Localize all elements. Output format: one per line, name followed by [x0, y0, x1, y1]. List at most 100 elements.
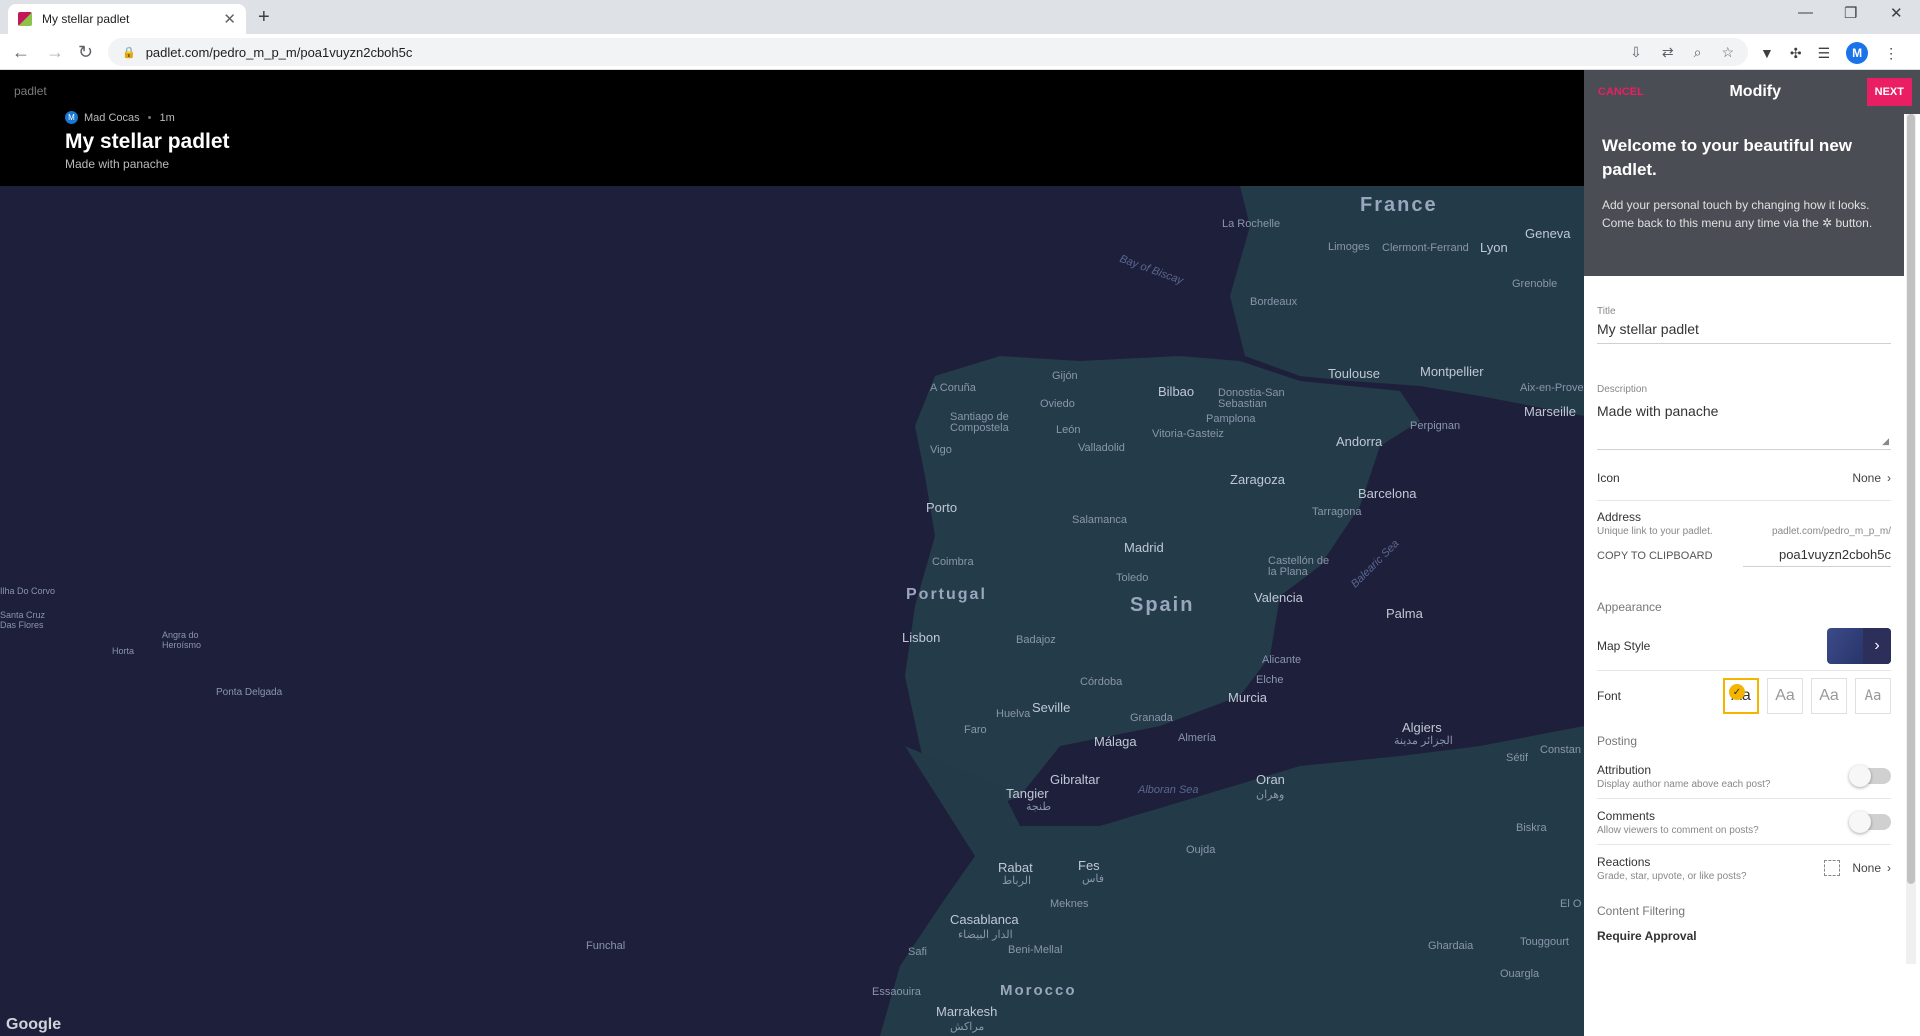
- install-icon[interactable]: ⇩: [1630, 44, 1642, 61]
- map-label-marseille: Marseille: [1524, 404, 1577, 419]
- divider: [1597, 670, 1891, 671]
- map-label-andorra: Andorra: [1336, 434, 1383, 449]
- font-option-1[interactable]: ✓Aa: [1723, 678, 1759, 714]
- new-tab-icon[interactable]: +: [258, 6, 270, 29]
- google-attribution-logo: Google: [6, 1016, 62, 1033]
- panel-top-bar: CANCEL Modify NEXT: [1584, 70, 1920, 114]
- map-label-corvo: Ilha Do Corvo: [0, 586, 56, 596]
- reading-list-icon[interactable]: ☰: [1818, 45, 1831, 62]
- map-label-fes-ar: فاس: [1082, 873, 1105, 885]
- font-option-3[interactable]: Aa: [1811, 678, 1847, 714]
- url-text: padlet.com/pedro_m_p_m/poa1vuyzn2cboh5c: [145, 44, 413, 60]
- restore-icon[interactable]: ❐: [1844, 4, 1857, 22]
- attribution-sublabel: Display author name above each post?: [1597, 778, 1771, 790]
- require-approval-row[interactable]: Require Approval: [1597, 928, 1891, 944]
- attribution-toggle[interactable]: [1849, 765, 1891, 787]
- map-label-santa-cruz: Santa Cruz Das Flores: [0, 610, 46, 630]
- icon-row[interactable]: Icon None ›: [1597, 468, 1891, 488]
- profile-avatar[interactable]: M: [1846, 42, 1869, 64]
- map-label-leon: León: [1056, 424, 1081, 436]
- tab-title: My stellar padlet: [42, 12, 130, 26]
- map-label-beni-mellal: Beni-Mellal: [1008, 944, 1063, 956]
- icon-label: Icon: [1597, 471, 1620, 485]
- comments-sublabel: Allow viewers to comment on posts?: [1597, 824, 1759, 836]
- map-canvas[interactable]: France La Rochelle Geneva Limoges Clermo…: [0, 186, 1584, 1036]
- description-input[interactable]: Made with panache: [1597, 403, 1891, 419]
- omnibox-actions: ⇩ ⇄ ⌕ ☆: [1630, 38, 1748, 66]
- map-label-alboran-sea: Alboran Sea: [1138, 784, 1199, 796]
- divider: [1597, 844, 1891, 845]
- comments-row: Comments Allow viewers to comment on post…: [1597, 806, 1891, 838]
- post-age: 1m: [159, 111, 175, 124]
- map-label-montpellier: Montpellier: [1420, 364, 1484, 379]
- font-option-4[interactable]: Aa: [1855, 678, 1891, 714]
- description-field[interactable]: Description Made with panache ◢: [1597, 384, 1891, 450]
- map-label-bordeaux: Bordeaux: [1250, 296, 1298, 308]
- puzzle-icon[interactable]: ✣: [1790, 45, 1802, 62]
- map-label-oviedo: Oviedo: [1040, 398, 1075, 410]
- author-name: Mad Cocas: [84, 111, 140, 124]
- bookmark-star-icon[interactable]: ☆: [1721, 44, 1734, 61]
- title-input[interactable]: My stellar padlet: [1597, 321, 1891, 337]
- translate-icon[interactable]: ⇄: [1662, 44, 1674, 61]
- map-label-a-coruna: A Coruña: [930, 382, 976, 394]
- map-label-lyon: Lyon: [1480, 240, 1508, 255]
- require-approval-label: Require Approval: [1597, 929, 1697, 943]
- map-label-bilbao: Bilbao: [1158, 384, 1195, 399]
- map-label-safi: Safi: [908, 946, 927, 958]
- map-label-geneva: Geneva: [1525, 226, 1571, 241]
- map-label-vitoria-gasteiz: Vitoria-Gasteiz: [1152, 428, 1224, 440]
- cancel-button[interactable]: CANCEL: [1598, 86, 1644, 98]
- map-label-rabat: Rabat: [998, 860, 1033, 875]
- map-label-seville: Seville: [1032, 700, 1071, 715]
- map-label-barcelona: Barcelona: [1358, 486, 1417, 501]
- map-label-ouargla: Ouargla: [1500, 968, 1540, 980]
- close-window-icon[interactable]: ✕: [1890, 4, 1903, 22]
- scrollbar-thumb[interactable]: [1907, 114, 1915, 884]
- panel-scrollbar[interactable]: [1906, 114, 1916, 964]
- extension-icon[interactable]: ▼: [1760, 45, 1774, 61]
- comments-toggle[interactable]: [1849, 811, 1891, 833]
- address-slug-input[interactable]: poa1vuyzn2cboh5c: [1742, 545, 1891, 567]
- map-label-tangier-ar: طنجة: [1026, 801, 1052, 813]
- back-icon[interactable]: ←: [12, 42, 30, 63]
- content-filtering-section-heading: Content Filtering: [1597, 904, 1686, 918]
- map-label-cordoba: Córdoba: [1080, 676, 1123, 688]
- address-field: Address Unique link to your padlet. padl…: [1597, 510, 1891, 567]
- font-row: Font ✓Aa Aa Aa Aa: [1597, 676, 1891, 716]
- map-label-murcia: Murcia: [1228, 690, 1268, 705]
- map-label-rabat-ar: الرباط: [1002, 875, 1032, 887]
- address-bar[interactable]: 🔒 padlet.com/pedro_m_p_m/poa1vuyzn2cboh5…: [108, 38, 1748, 66]
- browser-tab[interactable]: My stellar padlet ✕: [8, 4, 246, 34]
- map-label-vigo: Vigo: [930, 444, 952, 456]
- reload-icon[interactable]: ↻: [78, 42, 93, 63]
- forward-icon[interactable]: →: [46, 42, 64, 63]
- map-style-thumbnail[interactable]: ›: [1827, 628, 1891, 664]
- menu-kebab-icon[interactable]: ⋮: [1884, 45, 1898, 62]
- map-label-donostia: Donostia-San Sebastian: [1218, 387, 1285, 410]
- reactions-row[interactable]: Reactions Grade, star, upvote, or like po…: [1597, 852, 1891, 884]
- title-label: Title: [1597, 306, 1616, 317]
- padlet-header: padlet M Mad Cocas • 1m My stellar padle…: [0, 70, 1584, 186]
- map-label-zaragoza: Zaragoza: [1230, 472, 1285, 487]
- map-style-row[interactable]: Map Style ›: [1597, 626, 1891, 666]
- title-field[interactable]: Title My stellar padlet: [1597, 306, 1891, 344]
- minimize-icon[interactable]: —: [1798, 4, 1813, 21]
- map-label-casablanca: Casablanca: [950, 912, 1019, 927]
- zoom-icon[interactable]: ⌕: [1694, 44, 1702, 61]
- next-button[interactable]: NEXT: [1866, 78, 1912, 106]
- map-label-badajoz: Badajoz: [1016, 634, 1056, 646]
- copy-to-clipboard-button[interactable]: COPY TO CLIPBOARD: [1597, 550, 1713, 562]
- close-tab-icon[interactable]: ✕: [223, 10, 236, 28]
- map-label-gibraltar: Gibraltar: [1050, 772, 1100, 787]
- map-label-oujda: Oujda: [1186, 844, 1216, 856]
- icon-value: None: [1852, 471, 1881, 485]
- address-sublabel: Unique link to your padlet.: [1597, 526, 1713, 537]
- resize-handle-icon[interactable]: ◢: [1882, 436, 1889, 447]
- reaction-placeholder-icon: [1824, 860, 1841, 876]
- padlet-logo[interactable]: padlet: [14, 84, 47, 98]
- font-label: Font: [1597, 689, 1622, 703]
- panel-title: Modify: [1729, 83, 1782, 100]
- font-option-2[interactable]: Aa: [1767, 678, 1803, 714]
- modify-panel: CANCEL Modify NEXT Welcome to your beaut…: [1584, 70, 1920, 1036]
